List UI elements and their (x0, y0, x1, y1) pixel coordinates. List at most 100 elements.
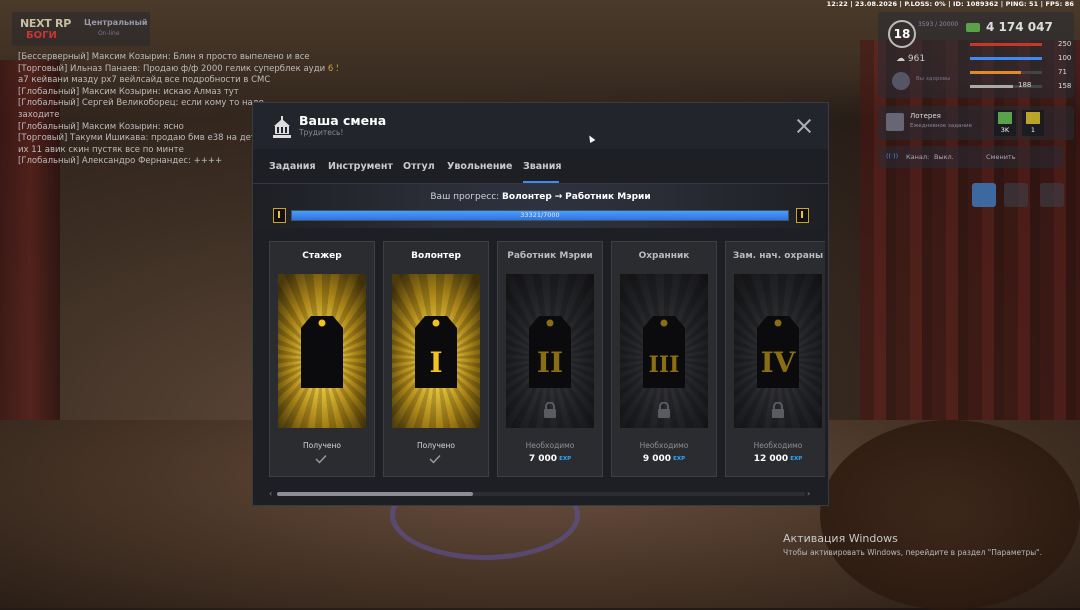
rank-status: Необходимо (639, 441, 689, 450)
rank-emblem: IV (734, 274, 822, 428)
chat-line: [Глобальный] Максим Козырин: искаю Алмаз… (18, 86, 239, 97)
svg-text:IV: IV (761, 346, 797, 379)
rank-title: Охранник (638, 251, 690, 261)
bell-icon[interactable] (1040, 183, 1064, 207)
lottery-panel[interactable]: Лотерея Ежедневное задание 3K 1 (878, 106, 1074, 140)
round-table (820, 420, 1080, 610)
health-status: Вы здоровы (916, 76, 951, 82)
radio-icon: ((·)) (886, 152, 899, 160)
exp-tag: EXP (673, 455, 686, 462)
hud-status-line: 12:22 | 23.08.2026 | P.LOSS: 0% | ID: 10… (826, 0, 1074, 8)
channel-label: Канал: (906, 153, 930, 161)
rank-badge-icon: I (415, 316, 457, 388)
tab-tools[interactable]: Инструмент (328, 161, 393, 183)
lottery-title: Лотерея (910, 112, 941, 120)
server-logo: NEXT RP БОГИ Центральный On-line (12, 12, 150, 46)
rank-exp-required: 12 000 EXP (753, 454, 803, 464)
lottery-reward-coin: 1 (1022, 110, 1044, 136)
svg-text:I: I (429, 346, 442, 379)
stat-bar (970, 57, 1042, 60)
money-display: 4 174 047 (966, 20, 1053, 34)
heart-icon (892, 72, 910, 90)
rank-title: Волонтер (411, 251, 461, 261)
calendar-icon[interactable] (972, 183, 996, 207)
cash-icon (966, 23, 980, 32)
rank-badge-icon: III (643, 316, 685, 388)
windows-activation-subtitle: Чтобы активировать Windows, перейдите в … (783, 548, 1042, 557)
chat-line: а7 кейвани мазду рх7 вейлсайд все подроб… (18, 75, 271, 86)
channel-switch[interactable]: Сменить (986, 153, 1016, 161)
rank-emblem: I (392, 274, 480, 428)
svg-text:III: III (649, 352, 680, 378)
modal-title: Ваша смена (299, 113, 387, 128)
chat-line: [Торговый] Ильназ Панаев: Продаю ф/ф 200… (18, 64, 338, 76)
exp-tag: EXP (559, 455, 572, 462)
building-icon (886, 113, 904, 131)
lock-icon (658, 402, 670, 418)
rank-emblem: III (620, 274, 708, 428)
voice-channel[interactable]: ((·)) Канал: Выкл. Сменить (878, 146, 1064, 168)
rank-emblem: II (506, 274, 594, 428)
menu-icon[interactable] (1004, 183, 1028, 207)
lottery-subtitle: Ежедневное задание (910, 123, 972, 129)
rank-cards: Стажер Получено Волонтер I Получено Работник … (269, 241, 825, 479)
tab-dayoff[interactable]: Отгул (403, 161, 435, 183)
level-badge: 18 (888, 20, 916, 48)
rank-card[interactable]: Работник Мэрии II Необходимо 7 000 EXP (497, 241, 603, 477)
rank-status: Получено (303, 441, 341, 450)
stat-value: 71 (1058, 68, 1067, 76)
tab-ranks[interactable]: Звания (523, 161, 562, 183)
rank-ii-icon (796, 208, 809, 223)
rank-status: Получено (417, 441, 455, 450)
city-hall-icon (273, 116, 291, 138)
channel-value: Выкл. (934, 153, 954, 161)
stat-value: 250 (1058, 40, 1072, 48)
tab-dismissal[interactable]: Увольнение (447, 161, 513, 183)
svg-text:II: II (537, 346, 563, 379)
chat-amount: 6 545 621 (327, 63, 338, 74)
rank-card[interactable]: Волонтер I Получено (383, 241, 489, 477)
tab-tasks[interactable]: Задания (269, 161, 316, 183)
lock-icon (544, 402, 556, 418)
lock-icon (772, 402, 784, 418)
rank-card[interactable]: Зам. нач. охраны IV Необходимо 12 000 EXP (725, 241, 825, 477)
shift-modal: Ваша смена Трудитесь! Задания Инструмент… (252, 102, 829, 506)
stat-bar (970, 71, 1042, 74)
logo-sub: БОГИ (26, 30, 57, 41)
progress-label: Ваш прогресс: Волонтер → Работник Мэрии (430, 192, 651, 202)
rank-emblem (278, 274, 366, 428)
rank-exp-required: 9 000 EXP (642, 454, 686, 464)
cash-icon (998, 112, 1012, 124)
rank-card[interactable]: Стажер Получено (269, 241, 375, 477)
progress-to: Работник Мэрии (565, 192, 651, 202)
scroll-right-icon[interactable]: › (807, 489, 810, 498)
check-icon (315, 455, 327, 464)
rank-i-icon (273, 208, 286, 223)
lottery-reward-cash: 3K (994, 110, 1016, 136)
rank-badge-icon: IV (757, 316, 799, 388)
rank-exp-required: 7 000 EXP (528, 454, 572, 464)
close-icon[interactable] (795, 117, 813, 135)
cards-scrollbar[interactable]: ‹ › (269, 489, 814, 498)
server-name: Центральный (84, 18, 148, 27)
scroll-thumb[interactable] (277, 492, 473, 496)
rank-badge-icon: II (529, 316, 571, 388)
scroll-left-icon[interactable]: ‹ (269, 489, 272, 498)
modal-header: Ваша смена Трудитесь! (253, 103, 828, 149)
stats-panel: 18 3593 / 20000 4 174 047 ☁ 961 Вы здоро… (878, 12, 1074, 98)
logo-brand: NEXT RP (20, 17, 71, 30)
stat-extra-value: 188 (1018, 81, 1032, 89)
progress-text: 33321/7000 (520, 211, 560, 219)
exp-tag: EXP (790, 455, 803, 462)
rank-title: Зам. нач. охраны (732, 251, 824, 261)
windows-activation-title: Активация Windows (783, 532, 898, 545)
active-tab-indicator (523, 181, 559, 183)
server-status: On-line (98, 30, 120, 37)
rank-title: Работник Мэрии (507, 251, 593, 261)
windows-activation: Активация Windows Чтобы активировать Win… (783, 532, 1042, 557)
rank-card[interactable]: Охранник III Необходимо 9 000 EXP (611, 241, 717, 477)
ticket-icon (1026, 112, 1040, 124)
level-progress: 3593 / 20000 (918, 21, 959, 28)
rank-status: Необходимо (525, 441, 575, 450)
check-icon (429, 455, 441, 464)
